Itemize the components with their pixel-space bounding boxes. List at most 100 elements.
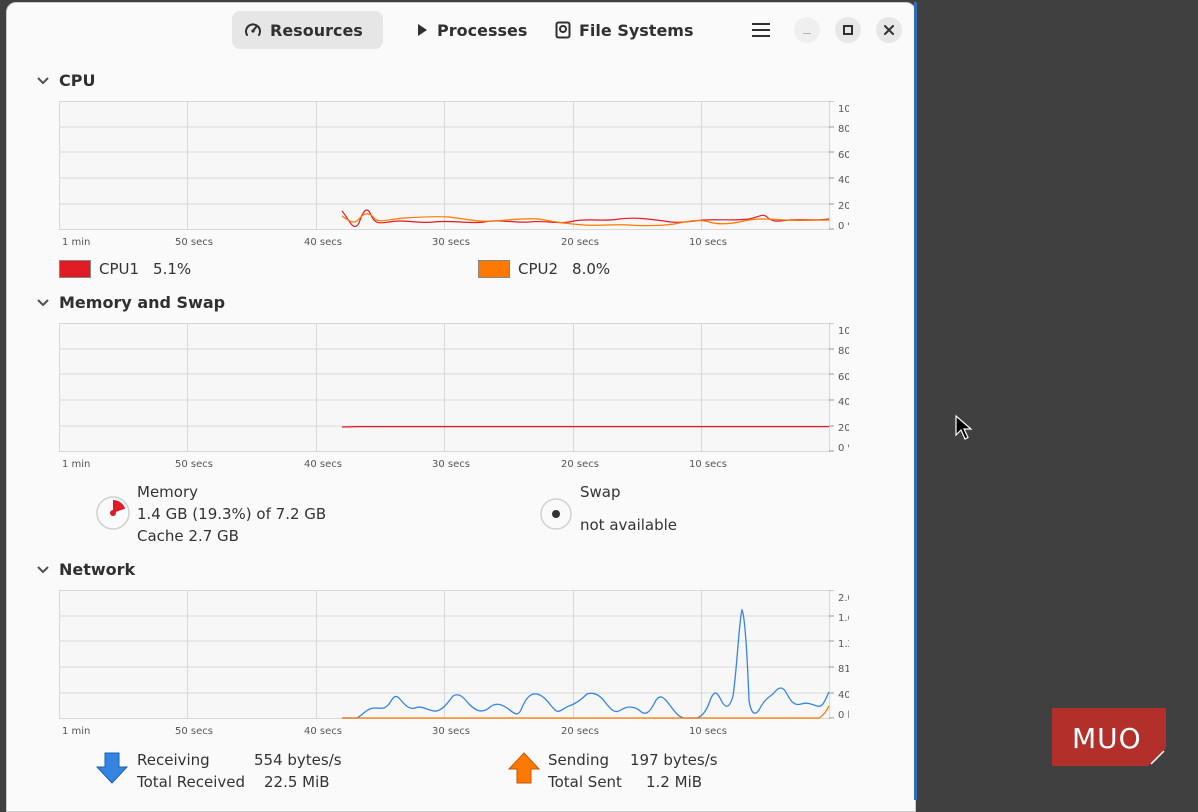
cpu-x-label: 1 min: [62, 237, 90, 248]
memory-info: Memory 1.4 GB (19.3%) of 7.2 GB Cache 2.…: [137, 481, 326, 547]
memory-x-label: 20 secs: [561, 459, 599, 470]
cpu-x-label: 20 secs: [561, 237, 599, 248]
cpu-y-axis-labels: 100 % 80 % 60 % 40 % 20 % 0 %: [838, 104, 849, 232]
sending-value: 197 bytes/s: [630, 751, 718, 769]
tab-file-systems-label: File Systems: [579, 21, 694, 40]
network-section-header[interactable]: Network: [37, 560, 135, 579]
network-x-label: 40 secs: [304, 726, 342, 737]
memory-cache: Cache 2.7 GB: [137, 525, 326, 547]
network-grid: [59, 590, 834, 719]
swap-label: Swap: [580, 481, 677, 503]
maximize-button[interactable]: [835, 17, 861, 43]
network-y-label: 1.6 KiB/s: [838, 613, 849, 624]
memory-y-label: 100 %: [838, 326, 849, 337]
minimize-icon: [802, 25, 812, 35]
cpu-x-label: 40 secs: [304, 237, 342, 248]
cpu1-legend: CPU1 5.1%: [59, 260, 191, 278]
chevron-down-icon: [37, 299, 49, 307]
memory-graph: 100 % 80 % 60 % 40 % 20 % 0 % 1 min 50 s…: [59, 323, 849, 471]
memory-y-label: 60 %: [838, 372, 849, 383]
memory-y-label: 0 %: [838, 443, 849, 454]
network-y-axis-labels: 2.0 KiB/s 1.6 KiB/s 1.2 KiB/s 819 bytes/…: [838, 593, 849, 721]
tab-processes-label: Processes: [437, 21, 527, 40]
total-received-label: Total Received: [137, 771, 264, 793]
drive-icon: [555, 21, 571, 39]
cpu-y-label: 60 %: [838, 150, 849, 161]
network-y-label: 409 bytes/s: [838, 690, 849, 701]
total-sent-value: 1.2 MiB: [646, 773, 702, 791]
maximize-icon: [843, 25, 853, 35]
network-y-label: 2.0 KiB/s: [838, 593, 849, 604]
cpu-x-axis-labels: 1 min 50 secs 40 secs 30 secs 20 secs 10…: [62, 237, 727, 248]
memory-grid: [59, 323, 834, 452]
sending-arrow-icon[interactable]: [507, 751, 541, 785]
memory-pie-icon[interactable]: [95, 495, 131, 531]
menu-button[interactable]: [749, 19, 773, 41]
tab-processes[interactable]: Processes: [403, 11, 539, 49]
network-x-label: 50 secs: [175, 726, 213, 737]
cpu-y-label: 100 %: [838, 104, 849, 115]
network-y-label: 819 bytes/s: [838, 664, 849, 675]
cpu-y-label: 20 %: [838, 201, 849, 212]
total-received-value: 22.5 MiB: [264, 773, 330, 791]
muo-logo: MUO: [1050, 708, 1166, 766]
window-focus-border: [914, 2, 917, 800]
close-icon: [884, 25, 894, 35]
memory-x-label: 1 min: [62, 459, 90, 470]
cpu-y-label: 80 %: [838, 124, 849, 135]
cpu-y-label: 40 %: [838, 175, 849, 186]
cpu2-value: 8.0%: [572, 260, 610, 278]
play-icon: [415, 23, 429, 37]
network-x-axis-labels: 1 min 50 secs 40 secs 30 secs 20 secs 10…: [62, 726, 727, 737]
network-section-title: Network: [59, 560, 135, 579]
receiving-arrow-icon[interactable]: [95, 751, 129, 785]
cpu-x-label: 50 secs: [175, 237, 213, 248]
cpu-x-label: 30 secs: [432, 237, 470, 248]
tab-resources-label: Resources: [270, 21, 363, 40]
cpu2-name: CPU2: [518, 260, 558, 278]
network-graph: 2.0 KiB/s 1.6 KiB/s 1.2 KiB/s 819 bytes/…: [59, 590, 849, 738]
chevron-down-icon: [37, 566, 49, 574]
system-monitor-window: Resources Processes File Systems: [6, 2, 916, 812]
memory-y-axis-labels: 100 % 80 % 60 % 40 % 20 % 0 %: [838, 326, 849, 454]
memory-label: Memory: [137, 481, 326, 503]
minimize-button[interactable]: [794, 17, 820, 43]
tab-file-systems[interactable]: File Systems: [543, 11, 706, 49]
memory-x-label: 50 secs: [175, 459, 213, 470]
swap-status: not available: [580, 514, 677, 536]
close-button[interactable]: [876, 17, 902, 43]
gauge-icon: [244, 21, 262, 39]
cpu2-color-swatch[interactable]: [478, 260, 510, 278]
receiving-info: Receiving554 bytes/s Total Received22.5 …: [137, 749, 342, 793]
network-x-label: 1 min: [62, 726, 90, 737]
cpu2-legend: CPU2 8.0%: [478, 260, 610, 278]
sending-label: Sending: [548, 749, 630, 771]
receiving-value: 554 bytes/s: [254, 751, 342, 769]
sending-info: Sending197 bytes/s Total Sent1.2 MiB: [548, 749, 718, 793]
swap-pie-icon[interactable]: [539, 497, 573, 531]
total-sent-label: Total Sent: [548, 771, 646, 793]
cpu-grid: [59, 101, 834, 230]
memory-y-label: 40 %: [838, 397, 849, 408]
network-y-label: 0 bytes/s: [838, 710, 849, 721]
memory-section-header[interactable]: Memory and Swap: [37, 293, 225, 312]
header-bar: Resources Processes File Systems: [7, 3, 915, 59]
memory-x-label: 10 secs: [689, 459, 727, 470]
menu-icon: [752, 22, 770, 38]
cpu-section-title: CPU: [59, 71, 95, 90]
cpu1-color-swatch[interactable]: [59, 260, 91, 278]
memory-y-label: 80 %: [838, 346, 849, 357]
cpu-x-label: 10 secs: [689, 237, 727, 248]
memory-section-title: Memory and Swap: [59, 293, 225, 312]
memory-x-label: 30 secs: [432, 459, 470, 470]
network-x-label: 30 secs: [432, 726, 470, 737]
network-x-label: 10 secs: [689, 726, 727, 737]
memory-x-axis-labels: 1 min 50 secs 40 secs 30 secs 20 secs 10…: [62, 459, 727, 470]
tab-resources[interactable]: Resources: [232, 11, 383, 49]
cpu-y-label: 0 %: [838, 221, 849, 232]
muo-logo-text: MUO: [1072, 722, 1142, 755]
chevron-down-icon: [37, 77, 49, 85]
memory-x-label: 40 secs: [304, 459, 342, 470]
cpu-section-header[interactable]: CPU: [37, 71, 95, 90]
receiving-label: Receiving: [137, 749, 254, 771]
